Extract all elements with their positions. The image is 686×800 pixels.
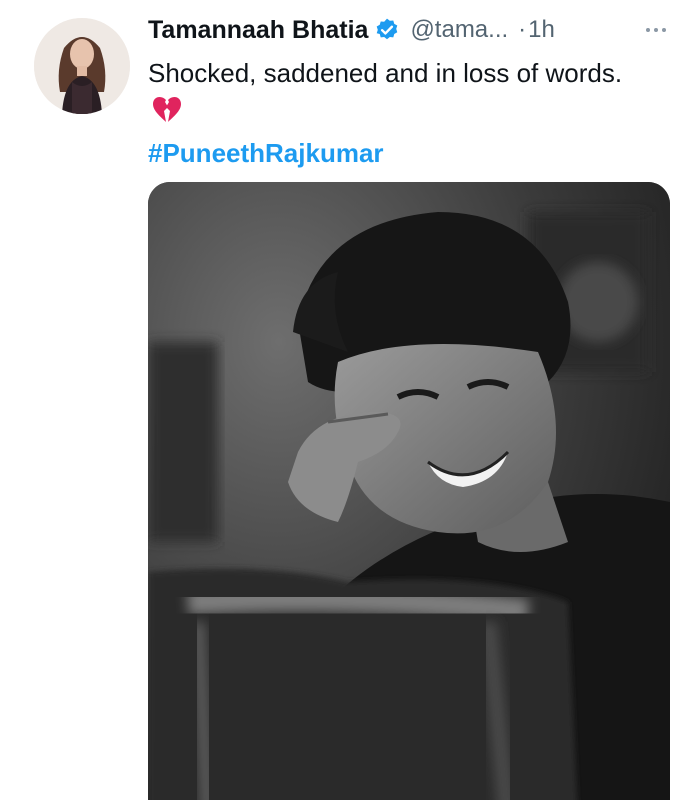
separator-dot: · — [518, 16, 527, 43]
verified-badge-icon — [374, 17, 400, 43]
tweet-header: Tamannaah Bhatia @tama... · 1h — [148, 8, 670, 52]
more-options-icon[interactable] — [646, 28, 666, 32]
tweet-text: Shocked, saddened and in loss of words. — [148, 54, 648, 134]
tweet[interactable]: Tamannaah Bhatia @tama... · 1h Shocked, … — [0, 0, 686, 800]
tweet-body: Shocked, saddened and in loss of words. — [148, 58, 623, 88]
tweet-media-photo[interactable] — [148, 182, 670, 800]
tweet-timestamp[interactable]: 1h — [528, 16, 555, 44]
author-name[interactable]: Tamannaah Bhatia — [148, 16, 368, 45]
hashtag-link[interactable]: #PuneethRajkumar — [148, 134, 670, 172]
avatar-image — [34, 18, 130, 114]
tweet-content: Tamannaah Bhatia @tama... · 1h Shocked, … — [148, 8, 670, 172]
author-avatar[interactable] — [34, 18, 130, 114]
author-handle[interactable]: @tama... — [410, 16, 508, 44]
portrait-photo-image — [148, 182, 670, 800]
broken-heart-icon — [152, 96, 182, 134]
